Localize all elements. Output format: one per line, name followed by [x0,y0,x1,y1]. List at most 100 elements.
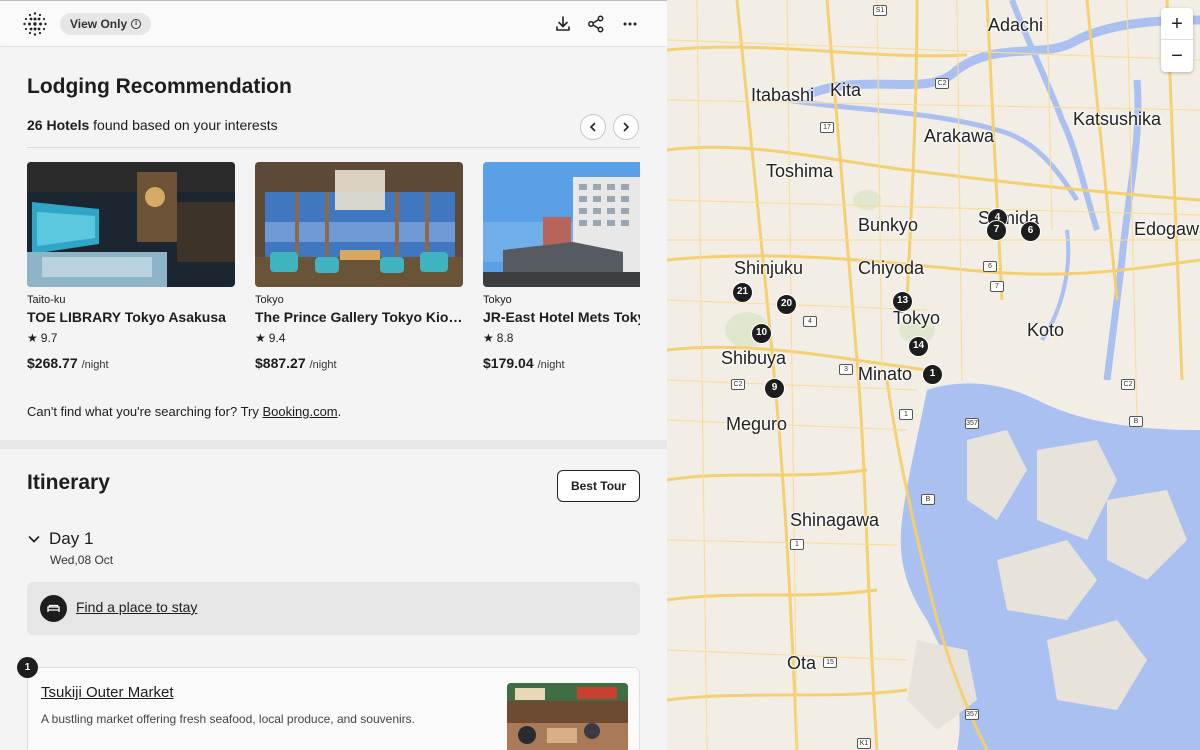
download-icon[interactable] [553,14,573,34]
map-label-meguro: Meguro [726,414,788,434]
star-icon: ★ [27,331,38,345]
hotel-card[interactable]: Taito-ku TOE LIBRARY Tokyo Asakusa ★ 9.7 … [27,162,235,371]
map-label-ota: Ota [787,653,817,673]
more-icon[interactable] [620,14,640,34]
hotel-price-unit: /night [309,359,337,371]
view-only-badge[interactable]: View Only i [60,13,152,35]
map-marker[interactable]: 1 [922,364,943,385]
road-badge: 357 [965,418,979,429]
chevron-right-icon [623,122,630,132]
hotel-name[interactable]: JR-East Hotel Mets Tokyo [483,309,640,325]
hotel-name[interactable]: The Prince Gallery Tokyo Kioicho [255,309,463,325]
star-icon: ★ [483,331,494,345]
day-toggle[interactable]: Day 1 [27,529,93,549]
hotel-count-text: found based on your interests [93,117,278,133]
road-badge: 3 [839,364,853,375]
map-marker[interactable]: 10 [751,323,772,344]
map-label-shinagawa: Shinagawa [790,510,880,530]
hotel-carousel: Taito-ku TOE LIBRARY Tokyo Asakusa ★ 9.7 … [27,162,640,382]
road-badge: K1 [857,738,871,749]
chevron-down-icon [28,536,40,543]
map-label-bunkyo: Bunkyo [858,215,919,235]
hotel-name[interactable]: TOE LIBRARY Tokyo Asakusa [27,309,235,325]
zoom-out-button[interactable]: − [1161,40,1193,72]
road-badge: 15 [823,657,837,668]
hotel-price-unit: /night [81,359,109,371]
hotel-card[interactable]: Tokyo JR-East Hotel Mets Tokyo ★ 8.8 $179… [483,162,640,371]
hotel-price-amount: $179.04 [483,355,534,371]
carousel-next-button[interactable] [613,114,639,140]
hotel-rating: ★ 9.4 [255,331,463,345]
section-separator [0,440,667,449]
map-marker[interactable]: 6 [1020,221,1041,242]
road-badge: 357 [965,709,979,720]
find-stay-link[interactable]: Find a place to stay [76,599,197,615]
map-label-toshima: Toshima [766,161,834,181]
hotel-image[interactable] [27,162,235,287]
road-badge: S1 [873,5,887,16]
place-image[interactable] [507,683,628,750]
bed-icon [40,595,67,622]
hotel-card[interactable]: Tokyo The Prince Gallery Tokyo Kioicho ★… [255,162,463,371]
map-label-arakawa: Arakawa [924,126,995,146]
hotel-price-amount: $887.27 [255,355,306,371]
road-badge: 4 [803,316,817,327]
zoom-in-button[interactable]: + [1161,8,1193,40]
hotel-rating-value: 9.4 [268,331,286,345]
place-name[interactable]: Tsukiji Outer Market [41,684,174,701]
road-badge: 1 [899,409,913,420]
map-label-kita: Kita [830,80,862,100]
top-bar: View Only i [0,0,667,46]
map-marker[interactable]: 20 [776,294,797,315]
zoom-control: + − [1161,8,1193,72]
share-icon[interactable] [586,14,606,34]
hotel-rating-value: 9.7 [40,331,58,345]
road-badge: 1 [790,539,804,550]
map-marker[interactable]: 21 [732,282,753,303]
map-marker[interactable]: 7 [986,220,1007,241]
map-label-itabashi: Itabashi [751,85,815,105]
road-badge: B [921,494,935,505]
road-badge: C2 [731,379,745,390]
hotel-rating-value: 8.8 [496,331,514,345]
map-label-chiyoda: Chiyoda [858,258,925,278]
road-badge: B [1129,416,1143,427]
best-tour-button[interactable]: Best Tour [557,470,640,502]
hotel-rating: ★ 8.8 [483,331,640,345]
map-marker[interactable]: 13 [892,291,913,312]
carousel-prev-button[interactable] [580,114,606,140]
day-label: Day 1 [49,529,94,548]
map[interactable]: S1 C2 17 6 7 4 C2 3 1 357 B C2 B 1 15 35… [667,0,1200,750]
map-label-katsushika: Katsushika [1073,109,1162,129]
road-badge: 6 [983,261,997,272]
itinerary-title: Itinerary [27,471,110,494]
map-label-koto: Koto [1027,320,1065,340]
map-marker[interactable]: 9 [764,378,785,399]
place-card[interactable]: Tsukiji Outer Market A bustling market o… [27,667,640,750]
left-panel: View Only i Lodging Recommendation 26 Ho… [0,0,667,750]
hotel-price: $179.04/night [483,355,640,371]
cant-find-text: Can't find what you're searching for? Tr… [27,404,341,419]
hotel-price: $887.27/night [255,355,463,371]
hotel-price: $268.77/night [27,355,235,371]
map-label-shinjuku: Shinjuku [734,258,804,278]
hotel-image[interactable] [255,162,463,287]
road-badge: C2 [1121,379,1135,390]
cant-find-suffix: . [337,404,342,419]
booking-link[interactable]: Booking.com [262,404,337,419]
logo-icon[interactable] [22,11,48,37]
lodging-title: Lodging Recommendation [27,75,292,98]
star-icon: ★ [255,331,266,345]
find-stay-box[interactable]: Find a place to stay [27,582,640,635]
hotel-image[interactable] [483,162,640,287]
hotel-price-amount: $268.77 [27,355,78,371]
road-badge: 7 [990,281,1004,292]
divider [27,147,640,148]
view-only-label: View Only [70,17,128,31]
day-date: Wed,08 Oct [50,553,114,567]
map-marker[interactable]: 14 [908,336,929,357]
hotel-location: Taito-ku [27,294,66,306]
cant-find-prefix: Can't find what you're searching for? Tr… [27,404,259,419]
road-badge: 17 [820,122,834,133]
place-description: A bustling market offering fresh seafood… [41,712,415,726]
